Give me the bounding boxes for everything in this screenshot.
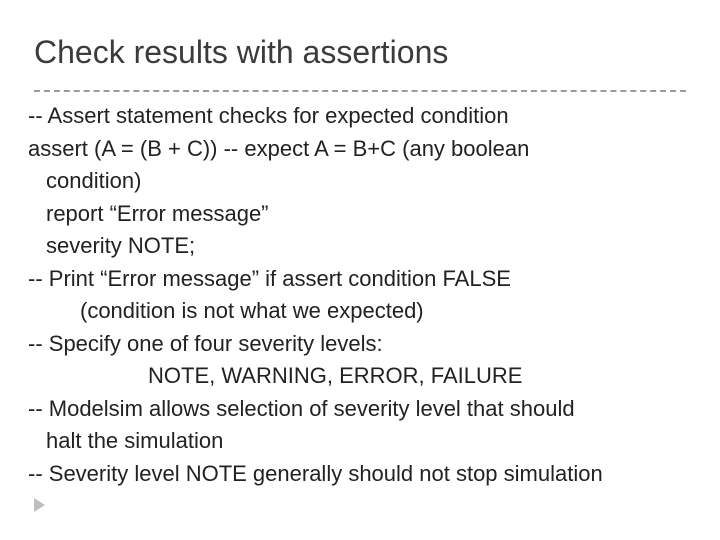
play-marker-icon [34,498,45,512]
body-line: halt the simulation [28,425,692,458]
body-line: -- Print “Error message” if assert condi… [28,263,692,296]
body-line: report “Error message” [28,198,692,231]
body-line: assert (A = (B + C)) -- expect A = B+C (… [28,133,692,166]
body-line: (condition is not what we expected) [28,295,692,328]
body-line: condition) [28,165,692,198]
body-line: -- Severity level NOTE generally should … [28,458,692,491]
body-line: severity NOTE; [28,230,692,263]
title-divider [34,90,686,92]
slide-title: Check results with assertions [34,34,448,71]
body-line: -- Assert statement checks for expected … [28,100,692,133]
slide: Check results with assertions -- Assert … [0,0,720,540]
body-line: -- Modelsim allows selection of severity… [28,393,692,426]
body-line: NOTE, WARNING, ERROR, FAILURE [28,360,692,393]
body-line: -- Specify one of four severity levels: [28,328,692,361]
slide-body: -- Assert statement checks for expected … [28,100,692,491]
